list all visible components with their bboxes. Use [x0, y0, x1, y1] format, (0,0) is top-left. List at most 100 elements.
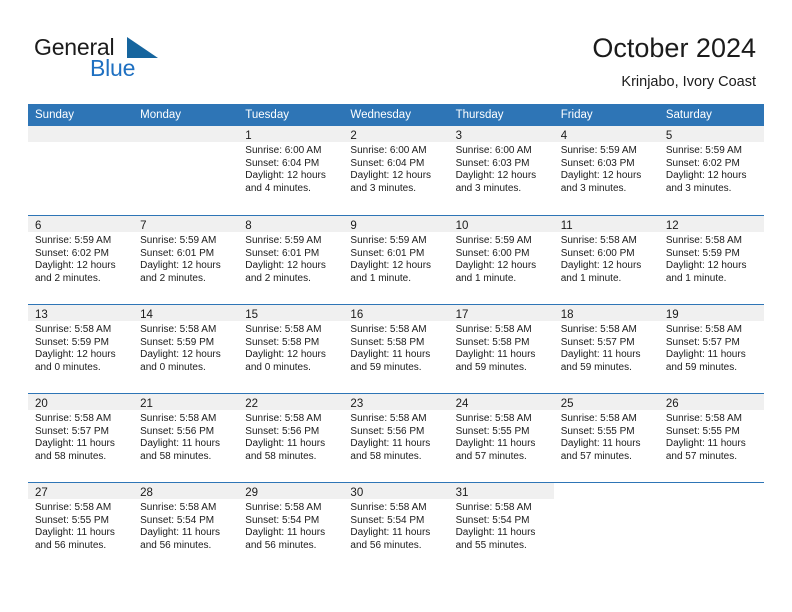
weekday-header-monday: Monday — [140, 109, 182, 121]
day-detail: Sunrise: 5:58 AM Sunset: 5:56 PM Daylight:… — [343, 410, 448, 463]
calendar-day-cell[interactable]: 21 Sunrise: 5:58 AM Sunset: 5:56 PM Dayligh… — [133, 394, 239, 482]
daylight-text-line2: and 2 minutes. — [245, 272, 311, 284]
daylight-text-line1: Daylight: 11 hours — [455, 349, 536, 361]
calendar-day-cell[interactable]: 18 Sunrise: 5:58 AM Sunset: 5:57 PM Dayligh… — [553, 305, 659, 393]
calendar-day-cell[interactable]: 9 Sunrise: 5:59 AM Sunset: 6:01 PM Daylight… — [343, 216, 449, 304]
day-detail: Sunrise: 5:58 AM Sunset: 5:57 PM Daylight:… — [659, 321, 764, 374]
sunset-text: Sunset: 5:55 PM — [560, 425, 635, 437]
day-number: 7 — [140, 220, 147, 232]
sunset-text: Sunset: 6:03 PM — [560, 157, 635, 169]
daylight-text-line1: Daylight: 11 hours — [455, 527, 536, 539]
day-number-bar: 18 — [553, 305, 659, 321]
calendar-day-cell[interactable]: 15 Sunrise: 5:58 AM Sunset: 5:58 PM Dayligh… — [238, 305, 344, 393]
general-blue-logo[interactable]: General Blue — [34, 34, 234, 86]
calendar-day-cell[interactable]: 1 Sunrise: 6:00 AM Sunset: 6:04 PM Daylight… — [238, 126, 344, 215]
daylight-text-line1: Daylight: 12 hours — [455, 260, 537, 272]
day-number-bar: 23 — [343, 394, 449, 410]
daylight-text-line1: Daylight: 11 hours — [665, 438, 746, 450]
day-number-bar — [659, 483, 764, 499]
sunrise-text: Sunrise: 5:58 AM — [140, 324, 217, 335]
sunset-text: Sunset: 5:55 PM — [35, 514, 109, 526]
calendar-day-cell[interactable]: 26 Sunrise: 5:58 AM Sunset: 5:55 PM Dayligh… — [658, 394, 764, 482]
calendar-day-cell[interactable]: 2 Sunrise: 6:00 AM Sunset: 6:04 PM Daylight… — [343, 126, 449, 215]
calendar-day-cell[interactable]: 12 Sunrise: 5:58 AM Sunset: 5:59 PM Dayligh… — [658, 216, 764, 304]
sunset-text: Sunset: 5:55 PM — [455, 425, 530, 437]
calendar-day-cell[interactable]: 25 Sunrise: 5:58 AM Sunset: 5:55 PM Dayligh… — [553, 394, 659, 482]
day-number-bar: 20 — [28, 394, 134, 410]
sunset-text: Sunset: 5:54 PM — [245, 514, 320, 526]
sunset-text: Sunset: 6:03 PM — [455, 157, 530, 169]
day-number-bar: 29 — [238, 483, 344, 499]
calendar-day-cell[interactable]: 5 Sunrise: 5:59 AM Sunset: 6:02 PM Daylight… — [658, 126, 764, 215]
sunset-text: Sunset: 5:56 PM — [140, 425, 215, 437]
day-number-bar: 22 — [238, 394, 344, 410]
day-number: 16 — [350, 309, 364, 321]
sunrise-text: Sunrise: 5:58 AM — [35, 324, 112, 335]
calendar-day-cell[interactable]: 24 Sunrise: 5:58 AM Sunset: 5:55 PM Dayligh… — [448, 394, 554, 482]
day-number: 26 — [665, 398, 679, 410]
daylight-text-line2: and 0 minutes. — [245, 361, 311, 373]
calendar-day-cell[interactable]: 14 Sunrise: 5:58 AM Sunset: 5:59 PM Dayligh… — [133, 305, 239, 393]
day-number: 25 — [560, 398, 574, 410]
day-number: 27 — [35, 487, 48, 499]
day-detail: Sunrise: 5:59 AM Sunset: 6:03 PM Daylight:… — [554, 142, 659, 195]
sunset-text: Sunset: 5:54 PM — [140, 514, 215, 526]
calendar-day-cell[interactable]: 10 Sunrise: 5:59 AM Sunset: 6:00 PM Dayligh… — [448, 216, 554, 304]
daylight-text-line1: Daylight: 12 hours — [140, 260, 221, 272]
calendar-day-cell[interactable]: 16 Sunrise: 5:58 AM Sunset: 5:58 PM Dayligh… — [343, 305, 449, 393]
day-number-bar: 8 — [238, 216, 344, 232]
day-detail: Sunrise: 5:58 AM Sunset: 5:59 PM Daylight:… — [28, 321, 133, 374]
calendar-day-cell[interactable]: 8 Sunrise: 5:59 AM Sunset: 6:01 PM Daylight… — [238, 216, 344, 304]
calendar-day-cell[interactable]: 31 Sunrise: 5:58 AM Sunset: 5:54 PM Dayligh… — [448, 483, 554, 571]
daylight-text-line2: and 2 minutes. — [140, 272, 206, 284]
daylight-text-line2: and 2 minutes. — [35, 272, 101, 284]
sunrise-text: Sunrise: 5:58 AM — [35, 413, 112, 424]
daylight-text-line1: Daylight: 12 hours — [35, 260, 116, 272]
calendar-day-cell[interactable]: 19 Sunrise: 5:58 AM Sunset: 5:57 PM Dayligh… — [658, 305, 764, 393]
calendar-day-cell[interactable]: 11 Sunrise: 5:58 AM Sunset: 6:00 PM Dayligh… — [553, 216, 659, 304]
daylight-text-line1: Daylight: 12 hours — [560, 260, 642, 272]
sunset-text: Sunset: 6:01 PM — [350, 247, 425, 259]
day-number-bar: 31 — [448, 483, 554, 499]
daylight-text-line2: and 0 minutes. — [35, 361, 101, 373]
calendar-day-cell[interactable]: 22 Sunrise: 5:58 AM Sunset: 5:56 PM Dayligh… — [238, 394, 344, 482]
sunrise-text: Sunrise: 5:58 AM — [350, 502, 427, 513]
sunrise-text: Sunrise: 5:58 AM — [350, 324, 427, 335]
calendar-day-cell[interactable]: 29 Sunrise: 5:58 AM Sunset: 5:54 PM Dayligh… — [238, 483, 344, 571]
daylight-text-line1: Daylight: 11 hours — [35, 527, 115, 539]
day-number: 24 — [455, 398, 469, 410]
day-number-bar: 11 — [553, 216, 659, 232]
sunset-text: Sunset: 5:57 PM — [560, 336, 635, 348]
sunset-text: Sunset: 5:58 PM — [350, 336, 425, 348]
day-number: 4 — [560, 130, 568, 142]
sunrise-text: Sunrise: 5:58 AM — [245, 413, 322, 424]
day-number: 21 — [140, 398, 153, 410]
weekday-header-row: Sunday Monday Tuesday Wednesday Thursday… — [28, 104, 764, 126]
calendar-day-cell[interactable]: 13 Sunrise: 5:58 AM Sunset: 5:59 PM Dayligh… — [28, 305, 134, 393]
calendar-day-cell[interactable]: 7 Sunrise: 5:59 AM Sunset: 6:01 PM Daylight… — [133, 216, 239, 304]
calendar-day-cell[interactable]: 6 Sunrise: 5:59 AM Sunset: 6:02 PM Daylight… — [28, 216, 134, 304]
daylight-text-line2: and 56 minutes. — [140, 539, 212, 551]
day-number-bar: 3 — [448, 126, 554, 142]
sunrise-text: Sunrise: 5:58 AM — [140, 502, 217, 513]
day-detail: Sunrise: 6:00 AM Sunset: 6:04 PM Daylight:… — [238, 142, 343, 195]
daylight-text-line2: and 1 minute. — [350, 272, 412, 284]
calendar-day-cell[interactable]: 30 Sunrise: 5:58 AM Sunset: 5:54 PM Dayligh… — [343, 483, 449, 571]
weekday-header-tuesday: Tuesday — [245, 109, 289, 121]
daylight-text-line2: and 1 minute. — [665, 272, 727, 284]
calendar-day-cell[interactable]: 20 Sunrise: 5:58 AM Sunset: 5:57 PM Dayligh… — [28, 394, 134, 482]
sunrise-text: Sunrise: 5:58 AM — [245, 502, 322, 513]
calendar-week-row: 27 Sunrise: 5:58 AM Sunset: 5:55 PM Dayligh… — [28, 482, 764, 571]
calendar-day-cell[interactable]: 27 Sunrise: 5:58 AM Sunset: 5:55 PM Dayligh… — [28, 483, 134, 571]
calendar-day-cell[interactable]: 17 Sunrise: 5:58 AM Sunset: 5:58 PM Dayligh… — [448, 305, 554, 393]
calendar-day-cell[interactable]: 23 Sunrise: 5:58 AM Sunset: 5:56 PM Dayligh… — [343, 394, 449, 482]
calendar-day-cell[interactable]: 3 Sunrise: 6:00 AM Sunset: 6:03 PM Daylight… — [448, 126, 554, 215]
sunrise-text: Sunrise: 5:59 AM — [560, 145, 637, 156]
calendar-day-cell[interactable]: 4 Sunrise: 5:59 AM Sunset: 6:03 PM Daylight… — [553, 126, 659, 215]
day-detail: Sunrise: 5:58 AM Sunset: 5:59 PM Daylight:… — [659, 232, 764, 285]
calendar-day-cell[interactable]: 28 Sunrise: 5:58 AM Sunset: 5:54 PM Dayligh… — [133, 483, 239, 571]
day-detail: Sunrise: 6:00 AM Sunset: 6:03 PM Daylight:… — [449, 142, 554, 195]
day-number-bar: 9 — [343, 216, 449, 232]
day-number-bar: 5 — [658, 126, 764, 142]
daylight-text-line2: and 56 minutes. — [350, 539, 422, 551]
